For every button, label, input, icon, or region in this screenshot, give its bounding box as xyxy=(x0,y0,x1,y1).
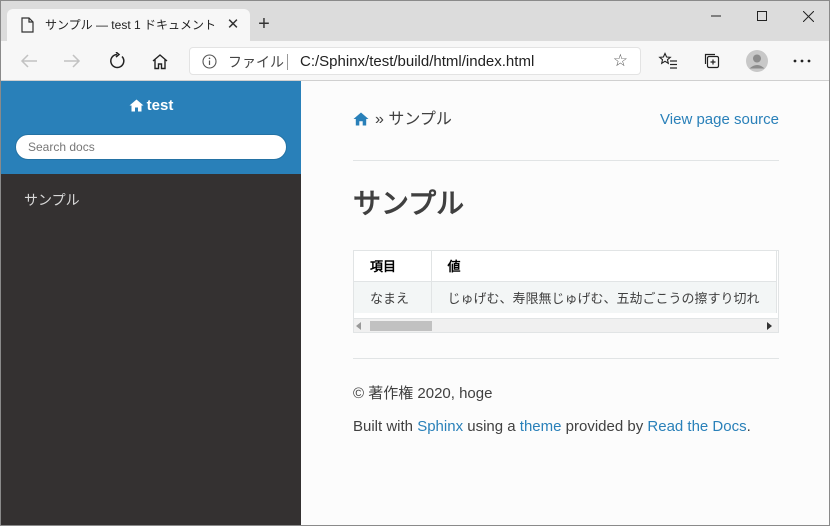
breadcrumb: » サンプル xyxy=(353,110,452,130)
table-header-row: 項目 値 xyxy=(354,251,777,282)
window-close-icon[interactable] xyxy=(785,1,829,31)
tab-strip: サンプル — test 1 ドキュメント ✕ + xyxy=(1,1,829,41)
table-container: 項目 値 なまえ じゅげむ、寿限無じゅげむ、五劫ごこうの擦すり切れ xyxy=(353,250,779,333)
horizontal-scrollbar[interactable] xyxy=(354,318,778,332)
address-url[interactable]: C:/Sphinx/test/build/html/index.html xyxy=(300,54,534,70)
favorites-icon[interactable] xyxy=(655,49,681,73)
view-page-source-link[interactable]: View page source xyxy=(660,111,779,129)
divider xyxy=(353,358,779,359)
scroll-right-icon[interactable] xyxy=(767,322,772,330)
browser-window: サンプル — test 1 ドキュメント ✕ + ファイル C:/Sphinx/… xyxy=(0,0,830,526)
table-header-item: 項目 xyxy=(354,251,432,282)
close-icon[interactable]: ✕ xyxy=(224,16,242,34)
breadcrumb-current: サンプル xyxy=(388,111,452,128)
address-separator xyxy=(287,54,288,70)
footer-copyright: © 著作権 2020, hoge xyxy=(353,385,493,402)
page-viewport: test サンプル » サンプル View page source サンプル 項… xyxy=(1,81,829,525)
home-icon[interactable] xyxy=(147,49,173,73)
sidebar-item-sample[interactable]: サンプル xyxy=(24,191,80,209)
table-header-value: 値 xyxy=(431,251,777,282)
home-icon xyxy=(129,99,144,112)
forward-icon[interactable] xyxy=(59,49,85,73)
read-the-docs-link[interactable]: Read the Docs xyxy=(647,418,746,435)
footer-text: . xyxy=(746,418,751,435)
collections-icon[interactable] xyxy=(699,49,725,73)
star-icon[interactable]: ☆ xyxy=(613,52,628,70)
footer-built-with: Built with Sphinx using a theme provided… xyxy=(353,418,751,436)
page-icon xyxy=(21,17,34,33)
table-cell-value: じゅげむ、寿限無じゅげむ、五劫ごこうの擦すり切れ xyxy=(431,281,777,313)
maximize-icon[interactable] xyxy=(739,1,785,31)
main-content: » サンプル View page source サンプル 項目 値 なまえ じゅ… xyxy=(353,81,779,525)
minimize-icon[interactable] xyxy=(693,1,739,31)
scrollbar-thumb[interactable] xyxy=(370,321,432,331)
table-cell-name: なまえ xyxy=(354,281,432,313)
back-icon[interactable] xyxy=(16,49,42,73)
scroll-left-icon[interactable] xyxy=(356,322,361,330)
footer-text: provided by xyxy=(561,418,648,435)
sidebar: test サンプル xyxy=(1,81,301,525)
project-link[interactable]: test xyxy=(1,97,301,115)
profile-icon[interactable] xyxy=(744,49,770,73)
tab-title: サンプル — test 1 ドキュメント xyxy=(45,18,216,32)
address-bar[interactable]: ファイル C:/Sphinx/test/build/html/index.htm… xyxy=(189,47,641,75)
more-icon[interactable] xyxy=(789,49,815,73)
project-name: test xyxy=(146,97,174,114)
footer-text: Built with xyxy=(353,418,418,435)
breadcrumb-separator: » xyxy=(375,111,384,128)
new-tab-button[interactable]: + xyxy=(253,13,275,35)
refresh-icon[interactable] xyxy=(104,49,130,73)
page-title: サンプル xyxy=(353,188,465,219)
footer-text: using a xyxy=(463,418,520,435)
browser-toolbar: ファイル C:/Sphinx/test/build/html/index.htm… xyxy=(1,41,829,81)
browser-tab[interactable]: サンプル — test 1 ドキュメント ✕ xyxy=(7,9,250,41)
address-scheme-label: ファイル xyxy=(228,54,284,70)
data-table: 項目 値 なまえ じゅげむ、寿限無じゅげむ、五劫ごこうの擦すり切れ xyxy=(354,251,777,313)
table-row: なまえ じゅげむ、寿限無じゅげむ、五劫ごこうの擦すり切れ xyxy=(354,281,777,313)
info-icon xyxy=(202,54,217,69)
theme-link[interactable]: theme xyxy=(520,418,562,435)
divider xyxy=(353,160,779,161)
sphinx-link[interactable]: Sphinx xyxy=(417,418,463,435)
sidebar-header: test xyxy=(1,81,301,174)
home-icon[interactable] xyxy=(353,112,369,126)
search-input[interactable] xyxy=(15,134,287,160)
